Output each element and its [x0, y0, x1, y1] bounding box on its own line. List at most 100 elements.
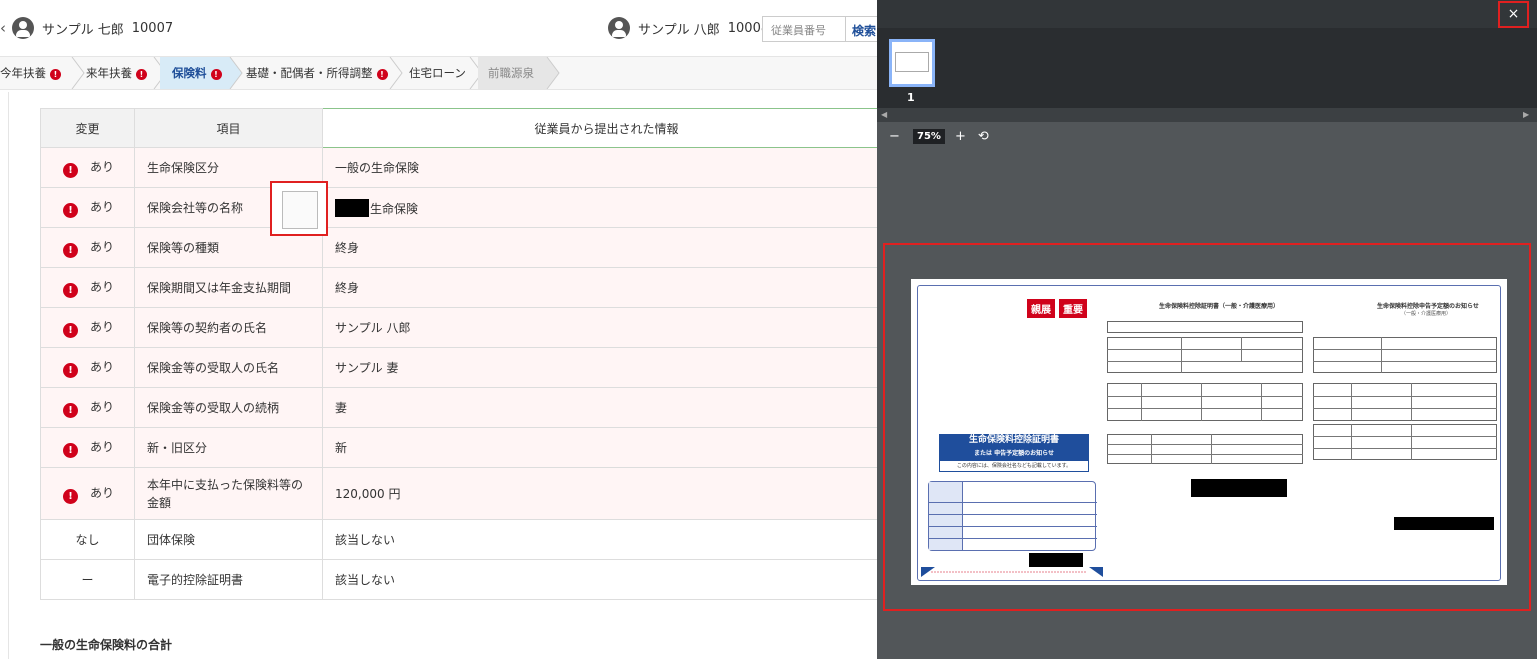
alert-icon: ! [63, 242, 78, 258]
redaction [1394, 517, 1494, 530]
close-icon[interactable]: × [1498, 1, 1529, 28]
item-label: 保険等の契約者の氏名 [134, 307, 323, 348]
change-flag: あり [90, 439, 115, 454]
zoom-level[interactable]: 75% [913, 128, 945, 144]
alert-icon: ! [376, 69, 388, 80]
step-housing-loan[interactable]: 住宅ローン [409, 57, 469, 89]
alert-icon: ! [63, 402, 78, 418]
document-thumbnail-icon [282, 191, 318, 229]
document-subtitle: この内容には、保険会社名なども記載しています。 [939, 460, 1089, 472]
document-bottom-strip [921, 567, 1497, 577]
cert-heading: 生命保険料控除証明書（一般・介護医療用） [1159, 303, 1280, 310]
item-value: サンプル 妻 [322, 347, 877, 388]
chevron-right-icon [545, 57, 560, 89]
current-employee: ‹ サンプル 七郎 10007 [0, 17, 173, 39]
step-navigation: 今年扶養! 来年扶養! 保険料! 基礎・配偶者・所得調整! 住宅ローン 前職源泉 [0, 56, 877, 90]
thumbnail-scrollbar[interactable]: ◀ ▶ [877, 108, 1537, 122]
item-label: 団体保険 [134, 519, 323, 560]
item-value: サンプル 八郎 [322, 307, 877, 348]
alert-icon: ! [63, 362, 78, 378]
table-row: なし 団体保険 該当しない [40, 519, 877, 560]
table-row: ! あり 新・旧区分 新 [40, 427, 877, 468]
zoom-controls: − 75% + ⟲ [877, 122, 1537, 150]
item-value: 該当しない [322, 519, 877, 560]
step-basic-spouse-adjustment[interactable]: 基礎・配偶者・所得調整! [246, 57, 388, 89]
table-row: ! あり 保険等の契約者の氏名 サンプル 八郎 [40, 307, 877, 348]
item-value: 120,000 円 [322, 467, 877, 520]
change-flag: あり [90, 279, 115, 294]
current-user-name: サンプル 七郎 [42, 22, 124, 38]
alert-icon: ! [136, 69, 147, 80]
alert-icon: ! [50, 69, 61, 80]
item-label: 保険金等の受取人の続柄 [134, 387, 323, 428]
column-header-change: 変更 [40, 108, 135, 148]
alert-icon: ! [63, 322, 78, 338]
item-value: 終身 [322, 227, 877, 268]
step-this-year-dependents[interactable]: 今年扶養! [0, 57, 74, 89]
page-thumbnail[interactable] [889, 39, 935, 87]
table-row: ! あり 保険金等の受取人の氏名 サンプル 妻 [40, 347, 877, 388]
zoom-in-button[interactable]: + [955, 129, 966, 144]
table-row: ! あり 保険会社等の名称 生命保険 [40, 187, 877, 228]
zoom-out-button[interactable]: − [889, 129, 903, 144]
scroll-right-icon[interactable]: ▶ [1523, 110, 1529, 119]
document-title: 生命保険料控除証明書 または 申告予定額のお知らせ [939, 434, 1089, 460]
redaction [335, 198, 369, 217]
chevron-right-icon [71, 57, 85, 89]
step-label: 保険料 [172, 66, 207, 80]
document-tags: 親展 重要 [1027, 299, 1087, 318]
change-flag: あり [90, 159, 115, 174]
chevron-right-icon [228, 57, 243, 89]
next-employee[interactable]: サンプル 八郎 10008 [608, 17, 769, 39]
next-user-name: サンプル 八郎 [638, 22, 720, 38]
scroll-left-icon[interactable]: ◀ [881, 110, 887, 119]
change-flag: あり [90, 199, 115, 214]
employee-number-input[interactable]: 従業員番号 [762, 16, 846, 42]
table-row: ! あり 保険金等の受取人の続柄 妻 [40, 387, 877, 428]
item-label: 新・旧区分 [134, 427, 323, 468]
step-label: 基礎・配偶者・所得調整 [246, 66, 373, 80]
document-page-frame: 親展 重要 生命保険料控除証明書（一般・介護医療用） 生命保険料控除申告予定額の… [883, 243, 1531, 611]
tag-important: 重要 [1059, 299, 1087, 318]
attachment-thumbnail[interactable] [270, 181, 328, 236]
divider [8, 92, 9, 659]
notice-heading: 生命保険料控除申告予定額のお知らせ [1377, 303, 1479, 310]
table-row: ! あり 本年中に支払った保険料等の金額 120,000 円 [40, 467, 877, 520]
column-header-info: 従業員から提出された情報 [322, 108, 877, 148]
avatar [608, 17, 630, 39]
item-value: 一般の生命保険 [322, 147, 877, 188]
alert-icon: ! [63, 202, 78, 218]
chevron-right-icon [389, 57, 403, 89]
change-flag: なし [40, 519, 135, 560]
tag-confidential: 親展 [1027, 299, 1055, 318]
item-value-text: 生命保険 [370, 201, 419, 216]
item-value: 終身 [322, 267, 877, 308]
item-label: 本年中に支払った保険料等の金額 [134, 467, 323, 520]
change-flag: あり [90, 359, 115, 374]
address-box [928, 481, 1097, 551]
column-header-item: 項目 [134, 108, 323, 148]
search-button[interactable]: 検索 [845, 16, 877, 42]
main-panel: ‹ サンプル 七郎 10007 サンプル 八郎 10008 従業員番号 検索 今… [0, 0, 877, 659]
step-insurance-premium[interactable]: 保険料! [160, 57, 230, 89]
step-label: 住宅ローン [409, 66, 466, 80]
notice-subheading: （一般・介護医療用） [1401, 311, 1452, 317]
table-row: ー 電子的控除証明書 該当しない [40, 559, 877, 600]
step-label: 今年扶養 [0, 66, 46, 80]
change-flag: あり [90, 485, 115, 500]
page-number: 1 [907, 91, 915, 104]
table-row: ! あり 生命保険区分 一般の生命保険 [40, 147, 877, 188]
alert-icon: ! [210, 69, 222, 80]
alert-icon: ! [63, 282, 78, 298]
table-row: ! あり 保険期間又は年金支払期間 終身 [40, 267, 877, 308]
item-label: 保険金等の受取人の氏名 [134, 347, 323, 388]
chevron-left-icon[interactable]: ‹ [0, 19, 6, 37]
alert-icon: ! [63, 442, 78, 458]
item-value: 妻 [322, 387, 877, 428]
change-flag: ー [40, 559, 135, 600]
viewer-toolbar: × [877, 0, 1537, 28]
step-next-year-dependents[interactable]: 来年扶養! [86, 57, 156, 89]
table-row: ! あり 保険等の種類 終身 [40, 227, 877, 268]
change-flag: あり [90, 239, 115, 254]
rotate-icon[interactable]: ⟲ [978, 129, 989, 144]
